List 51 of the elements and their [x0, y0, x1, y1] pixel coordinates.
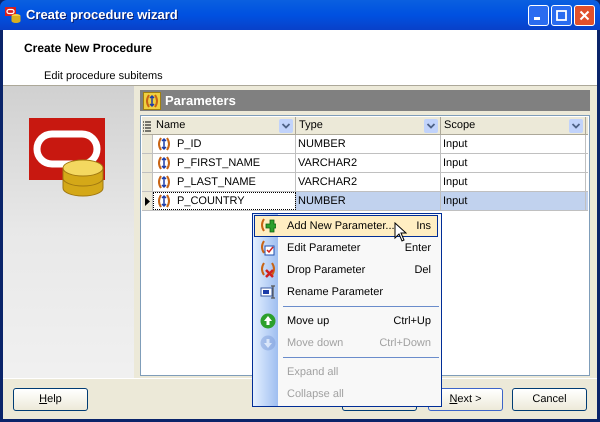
edit-parameter-icon [260, 240, 276, 256]
parameter-icon [157, 137, 171, 151]
table-cell: Input [441, 154, 586, 172]
table-cell: Input [441, 192, 586, 210]
dropdown-icon[interactable] [279, 118, 293, 132]
panel-title: Parameters [165, 92, 236, 110]
window-title: Create procedure wizard [26, 6, 178, 24]
table-cell: P_FIRST_NAME [153, 154, 296, 172]
table-cell: VARCHAR2 [296, 173, 441, 191]
parameter-icon [157, 156, 171, 170]
parameter-icon [157, 194, 171, 208]
table-cell: Input [441, 135, 586, 153]
table-cell: NUMBER [296, 135, 441, 153]
column-header[interactable]: Name [153, 117, 296, 134]
add-parameter-icon [260, 218, 276, 234]
parameter-icon [157, 175, 171, 189]
page-title: Create New Procedure [24, 40, 154, 57]
table-row[interactable]: P_ID NUMBER Input [142, 135, 588, 154]
help-button[interactable]: Help [13, 388, 88, 410]
maximize-button[interactable] [551, 4, 572, 26]
menu-item[interactable]: Rename Parameter [254, 281, 438, 303]
page-subtitle: Edit procedure subitems [44, 69, 164, 84]
column-header[interactable]: Type [296, 117, 441, 134]
table-cell: P_ID [153, 135, 296, 153]
mouse-cursor-icon [394, 222, 407, 242]
table-cell: NUMBER [296, 192, 441, 210]
menu-item[interactable]: Add New Parameter... Ins [254, 215, 438, 237]
table-cell: P_LAST_NAME [153, 173, 296, 191]
table-cell: Input [441, 173, 586, 191]
table-cell: VARCHAR2 [296, 154, 441, 172]
minimize-icon [534, 16, 540, 20]
table-row[interactable]: P_COUNTRY NUMBER Input [142, 192, 588, 211]
menu-item[interactable]: Drop Parameter Del [254, 259, 438, 281]
maximize-icon [556, 10, 567, 20]
cancel-button[interactable]: Cancel [512, 388, 587, 410]
dropdown-icon[interactable] [424, 118, 438, 132]
drop-parameter-icon [260, 262, 276, 278]
dropdown-icon[interactable] [569, 118, 583, 132]
parameters-icon [145, 94, 159, 108]
column-header[interactable]: Scope [441, 117, 586, 134]
menu-item[interactable]: Move up Ctrl+Up [254, 310, 438, 332]
table-cell: P_COUNTRY [153, 192, 296, 210]
minimize-button[interactable] [528, 4, 549, 26]
close-button[interactable] [574, 4, 595, 26]
row-pointer-icon [144, 196, 150, 206]
menu-item[interactable]: Edit Parameter Enter [254, 237, 438, 259]
table-row[interactable]: P_FIRST_NAME VARCHAR2 Input [142, 154, 588, 173]
close-icon [579, 10, 590, 20]
app-logo-icon [5, 7, 21, 23]
table-row[interactable]: P_LAST_NAME VARCHAR2 Input [142, 173, 588, 192]
rename-icon [260, 284, 276, 300]
